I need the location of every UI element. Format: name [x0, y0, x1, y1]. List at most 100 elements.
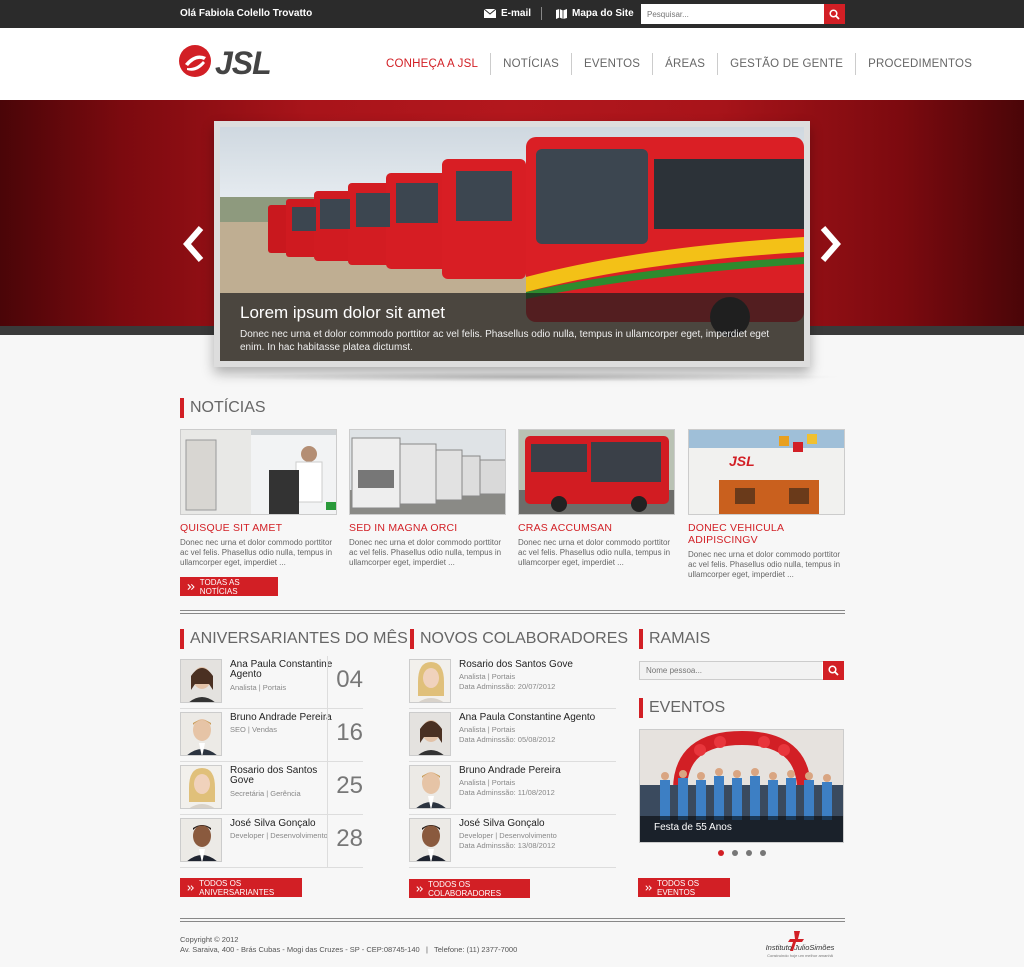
- all-birthdays-button[interactable]: TODOS OS ANIVERSARIANTES: [180, 878, 302, 897]
- search-input[interactable]: [641, 4, 825, 24]
- jsl-logo[interactable]: JSL: [178, 44, 308, 80]
- main-nav: CONHEÇA A JSL NOTÍCIAS EVENTOS ÁREAS GES…: [374, 53, 984, 75]
- avatar: [180, 659, 222, 703]
- birthdays-section-title: ANIVERSARIANTES DO MÊS: [180, 629, 408, 649]
- avatar: [180, 712, 222, 756]
- news-excerpt: Donec nec urna et dolor commodo porttito…: [518, 538, 671, 567]
- person-name[interactable]: José Silva Gonçalo: [459, 819, 619, 829]
- ramal-search-button[interactable]: [823, 661, 844, 680]
- footer-divider: [180, 918, 845, 922]
- person-name[interactable]: Bruno Andrade Pereira: [459, 766, 619, 776]
- pagination-dot[interactable]: [746, 850, 752, 856]
- all-news-label: TODAS AS NOTÍCIAS: [199, 577, 240, 596]
- pagination-dot[interactable]: [718, 850, 724, 856]
- search-icon: [828, 665, 839, 676]
- news-excerpt: Donec nec urna et dolor commodo porttito…: [688, 550, 841, 579]
- pagination-dot[interactable]: [732, 850, 738, 856]
- news-thumbnail[interactable]: JSL: [688, 429, 845, 515]
- news-title[interactable]: CRAS ACCUMSAN: [518, 522, 675, 534]
- nav-item-areas[interactable]: ÁREAS: [652, 53, 717, 75]
- divider: [541, 7, 542, 20]
- person-name[interactable]: Bruno Andrade Pereira: [230, 713, 340, 723]
- slider[interactable]: Lorem ipsum dolor sit amet Donec nec urn…: [214, 121, 810, 367]
- nav-item-eventos[interactable]: EVENTOS: [571, 53, 652, 75]
- person-name[interactable]: Rosario dos Santos Gove: [230, 766, 340, 786]
- newcomers-list: Rosario dos Santos Gove Analista | Porta…: [409, 656, 616, 868]
- newcomer-row[interactable]: Bruno Andrade Pereira Analista | Portais…: [409, 762, 616, 815]
- all-newcomers-button[interactable]: TODOS OS COLABORADORES: [409, 879, 530, 898]
- birthday-day: 04: [327, 656, 363, 708]
- slider-shadow: [214, 372, 844, 382]
- instituto-logo-text: Instituto JulioSimões: [765, 943, 835, 952]
- person-role: SEO | Vendas: [230, 725, 277, 734]
- double-chevron-icon: [187, 884, 194, 891]
- person-name[interactable]: José Silva Gonçalo: [230, 819, 340, 829]
- person-name[interactable]: Ana Paula Constantine Agento: [459, 713, 619, 723]
- news-section-title: NOTÍCIAS: [180, 398, 266, 418]
- ramal-search-input[interactable]: [640, 662, 822, 679]
- news-item[interactable]: CRAS ACCUMSAN Donec nec urna et dolor co…: [518, 429, 675, 568]
- admission-date: Data Adminssão: 11/08/2012: [459, 788, 555, 797]
- news-thumbnail[interactable]: [518, 429, 675, 515]
- birthday-row[interactable]: José Silva Gonçalo Developer | Desenvolv…: [180, 815, 363, 868]
- birthday-day: 25: [327, 762, 363, 814]
- nav-item-procedimentos[interactable]: PROCEDIMENTOS: [855, 53, 984, 75]
- slide-title: Lorem ipsum dolor sit amet: [240, 303, 446, 322]
- newcomer-row[interactable]: Rosario dos Santos Gove Analista | Porta…: [409, 656, 616, 709]
- all-events-button[interactable]: TODOS OS EVENTOS: [638, 878, 730, 897]
- news-thumbnail[interactable]: [180, 429, 337, 515]
- person-role: Secretária | Gerência: [230, 789, 301, 798]
- newcomers-section-title: NOVOS COLABORADORES: [410, 629, 628, 649]
- birthday-row[interactable]: Bruno Andrade Pereira SEO | Vendas 16: [180, 709, 363, 762]
- search-button[interactable]: [824, 4, 845, 24]
- avatar: [409, 765, 451, 809]
- avatar: [180, 765, 222, 809]
- nav-item-noticias[interactable]: NOTÍCIAS: [490, 53, 571, 75]
- admission-date: Data Adminssão: 13/08/2012: [459, 841, 556, 850]
- person-name[interactable]: Ana Paula Constantine Agento: [230, 660, 340, 680]
- sitemap-link[interactable]: Mapa do Site: [556, 8, 634, 19]
- map-icon: [556, 8, 567, 19]
- email-link[interactable]: E-mail: [484, 8, 531, 19]
- newcomer-row[interactable]: Ana Paula Constantine Agento Analista | …: [409, 709, 616, 762]
- svg-text:JSL: JSL: [729, 453, 755, 469]
- newcomer-row[interactable]: José Silva Gonçalo Developer | Desenvolv…: [409, 815, 616, 868]
- person-name[interactable]: Rosario dos Santos Gove: [459, 660, 619, 670]
- all-news-button[interactable]: TODAS AS NOTÍCIAS: [180, 577, 278, 596]
- section-divider: [180, 610, 845, 614]
- person-role: Analista | Portais: [230, 683, 287, 692]
- birthday-row[interactable]: Rosario dos Santos Gove Secretária | Ger…: [180, 762, 363, 815]
- nav-item-gestao[interactable]: GESTÃO DE GENTE: [717, 53, 855, 75]
- person-role: Developer | Desenvolvimento: [459, 831, 557, 840]
- event-pagination: [718, 850, 766, 856]
- birthday-day: 28: [327, 815, 363, 867]
- birthday-row[interactable]: Ana Paula Constantine Agento Analista | …: [180, 656, 363, 709]
- event-image[interactable]: Festa de 55 Anos: [639, 729, 844, 843]
- news-item[interactable]: QUISQUE SIT AMET Donec nec urna et dolor…: [180, 429, 337, 568]
- slide-image: Lorem ipsum dolor sit amet Donec nec urn…: [220, 127, 804, 361]
- envelope-icon: [484, 9, 496, 18]
- person-role: Analista | Portais: [459, 672, 516, 681]
- all-events-label: TODOS OS EVENTOS: [656, 878, 700, 897]
- news-title[interactable]: SED IN MAGNA ORCI: [349, 522, 506, 534]
- news-item[interactable]: JSL DONEC VEHICULA ADIPISCINGV Donec nec…: [688, 429, 845, 580]
- news-thumbnail[interactable]: [349, 429, 506, 515]
- all-newcomers-label: TODOS OS COLABORADORES: [428, 879, 502, 898]
- nav-item-conheca[interactable]: CONHEÇA A JSL: [374, 53, 490, 75]
- avatar: [409, 659, 451, 703]
- news-item[interactable]: SED IN MAGNA ORCI Donec nec urna et dolo…: [349, 429, 506, 568]
- news-title[interactable]: DONEC VEHICULA ADIPISCINGV: [688, 522, 845, 546]
- instituto-logo[interactable]: Instituto JulioSimões Construindo hoje u…: [760, 929, 840, 961]
- footer: Copyright © 2012 Av. Saraiva, 400 - Brás…: [180, 935, 517, 955]
- search-icon: [829, 8, 840, 20]
- copyright: Copyright © 2012: [180, 935, 239, 944]
- slider-prev-arrow[interactable]: [181, 226, 207, 262]
- slider-next-arrow[interactable]: [817, 226, 843, 262]
- events-section-title: EVENTOS: [639, 698, 725, 718]
- sitemap-label: Mapa do Site: [572, 8, 634, 19]
- search-box: [641, 4, 845, 24]
- news-title[interactable]: QUISQUE SIT AMET: [180, 522, 337, 534]
- person-role: Analista | Portais: [459, 725, 516, 734]
- pagination-dot[interactable]: [760, 850, 766, 856]
- admission-date: Data Adminssão: 05/08/2012: [459, 735, 556, 744]
